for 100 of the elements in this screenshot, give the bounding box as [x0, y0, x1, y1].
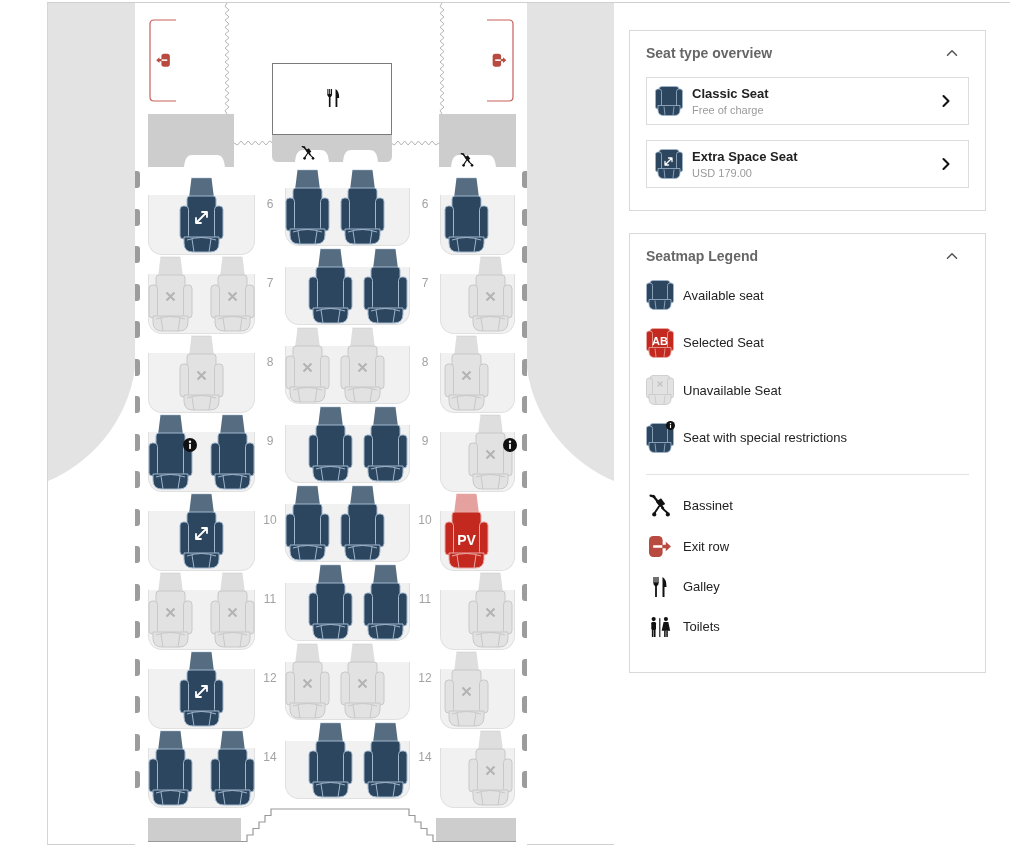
window-marker — [522, 658, 527, 676]
legend-label: Unavailable Seat — [683, 382, 782, 398]
legend-label: Bassinet — [683, 498, 733, 514]
cross-icon — [485, 449, 496, 460]
fork-knife-icon — [327, 88, 340, 107]
seat-icon[interactable] — [210, 414, 255, 490]
seat-icon[interactable] — [363, 406, 408, 482]
window-marker — [135, 771, 140, 788]
stroller-icon — [301, 145, 315, 160]
exit-icon — [649, 535, 671, 557]
window-marker — [522, 546, 527, 563]
seat-icon[interactable] — [285, 169, 330, 245]
row-number: 11 — [263, 592, 277, 606]
panel-title: Seat type overview — [646, 45, 773, 61]
seat-icon[interactable] — [148, 730, 193, 806]
row-number: 14 — [263, 750, 277, 764]
seat-icon[interactable] — [363, 564, 408, 640]
expand-arrows-icon — [195, 685, 208, 698]
window-marker — [135, 621, 140, 638]
seat-icon[interactable] — [308, 564, 353, 640]
window-marker — [522, 396, 527, 413]
legend-label: Exit row — [683, 538, 730, 554]
row-number: 6 — [266, 197, 274, 211]
legend-label: Galley — [683, 579, 720, 595]
window-marker — [522, 208, 527, 226]
row-number: 9 — [266, 434, 274, 448]
window-marker — [135, 208, 140, 226]
seat-icon[interactable] — [148, 414, 193, 490]
seat-type-card[interactable]: Extra Space Seat USD 179.00 — [646, 140, 969, 188]
row-number: 14 — [418, 750, 432, 764]
cross-icon — [302, 678, 313, 689]
seat-type-price: Free of charge — [692, 104, 765, 116]
seat-icon[interactable] — [179, 651, 224, 727]
cross-icon — [227, 607, 238, 618]
window-marker — [135, 171, 140, 188]
window-marker — [135, 433, 140, 451]
window-marker — [522, 771, 527, 788]
window-marker — [522, 733, 527, 751]
window-marker — [522, 171, 527, 188]
seat-icon[interactable] — [340, 169, 385, 245]
curtain-line — [390, 140, 440, 146]
fork-knife-icon — [653, 576, 667, 597]
expand-arrows-icon — [664, 157, 673, 166]
window-marker — [522, 246, 527, 263]
window-marker — [522, 621, 527, 638]
seat-icon[interactable] — [308, 722, 353, 798]
window-marker — [135, 733, 140, 751]
legend-label: Selected Seat — [683, 335, 764, 351]
row-number: 7 — [266, 276, 274, 290]
seat-icon[interactable] — [308, 248, 353, 324]
window-marker — [522, 508, 527, 526]
seat-icon[interactable] — [444, 177, 489, 253]
window-marker — [522, 471, 527, 488]
window-marker — [522, 321, 527, 338]
row-number: 6 — [421, 197, 429, 211]
cross-icon — [485, 765, 496, 776]
legend-label: Toilets — [683, 619, 720, 635]
exit-icon — [156, 53, 170, 67]
row-number: 12 — [263, 671, 277, 685]
cross-icon — [165, 607, 176, 618]
seat-type-title: Extra Space Seat — [692, 149, 799, 164]
exit-icon — [492, 53, 507, 67]
seat-icon[interactable] — [308, 406, 353, 482]
seat-label: PV — [457, 532, 476, 548]
seat-icon[interactable] — [363, 248, 408, 324]
info-icon — [503, 438, 517, 452]
row-number: 9 — [421, 434, 429, 448]
cross-icon — [656, 381, 664, 388]
window-marker — [135, 508, 140, 526]
seat-type-price: USD 179.00 — [692, 167, 753, 179]
seat-icon[interactable] — [363, 722, 408, 798]
seat-type-card[interactable]: Classic Seat Free of charge — [646, 77, 969, 125]
window-marker — [522, 358, 527, 376]
cross-icon — [196, 370, 207, 381]
window-marker — [135, 471, 140, 488]
cross-icon — [302, 362, 313, 373]
seat-icon[interactable] — [179, 177, 224, 253]
cross-icon — [357, 678, 368, 689]
seat-icon[interactable] — [468, 414, 513, 490]
curtain-line — [233, 140, 274, 146]
legend-label: Available seat — [683, 287, 764, 303]
cross-icon — [461, 686, 472, 697]
row-number: 8 — [266, 355, 274, 369]
seat-icon[interactable] — [285, 485, 330, 561]
window-marker — [135, 658, 140, 676]
seat-icon[interactable] — [210, 730, 255, 806]
window-marker — [135, 321, 140, 338]
window-marker — [522, 583, 527, 601]
seat-icon[interactable] — [340, 485, 385, 561]
seat-icon[interactable] — [179, 493, 224, 569]
seat-icon — [646, 327, 674, 358]
window-marker — [135, 246, 140, 263]
window-marker — [522, 696, 527, 713]
cross-icon — [485, 607, 496, 618]
window-marker — [135, 396, 140, 413]
seat-icon — [655, 86, 683, 116]
legend-label: Seat with special restrictions — [683, 430, 847, 446]
window-marker — [522, 283, 527, 301]
window-marker — [135, 283, 140, 301]
row-number: 12 — [418, 671, 432, 685]
